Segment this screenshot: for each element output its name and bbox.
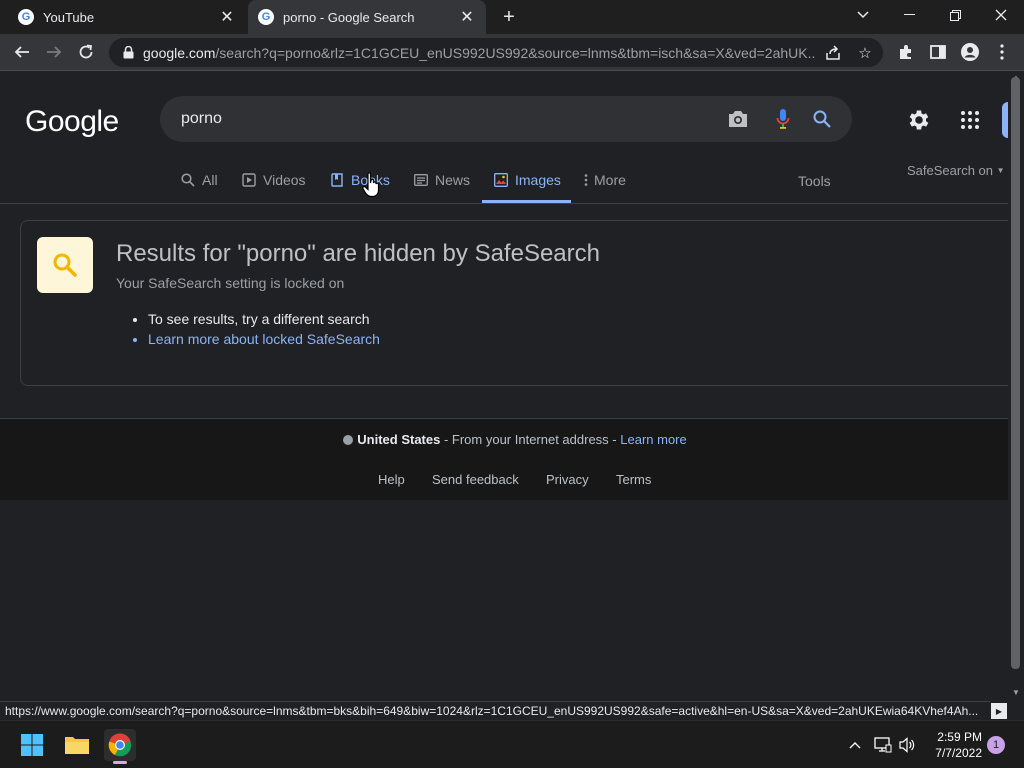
- browser-window: G YouTube ✕ G porno - Google Search ✕ +: [0, 0, 1024, 768]
- lock-icon[interactable]: [121, 46, 135, 60]
- google-favicon-icon: G: [258, 9, 274, 25]
- taskbar-clock[interactable]: 2:59 PM 7/7/2022: [920, 729, 982, 761]
- search-icon: [180, 172, 196, 188]
- new-tab-plus-icon[interactable]: +: [498, 6, 520, 28]
- reload-icon[interactable]: [72, 38, 100, 66]
- vertical-scrollbar[interactable]: ▲ ▼: [1008, 71, 1024, 701]
- address-bar[interactable]: google.com/search?q=porno&rlz=1C1GCEU_en…: [109, 38, 883, 67]
- close-tab-icon[interactable]: ✕: [458, 8, 476, 26]
- location-country: United States: [357, 432, 441, 447]
- url-text[interactable]: google.com/search?q=porno&rlz=1C1GCEU_en…: [143, 45, 815, 61]
- location-dot-icon: [343, 435, 354, 445]
- tray-chevron-up-icon[interactable]: [845, 735, 865, 755]
- windows-taskbar: 2:59 PM 7/7/2022 1: [0, 720, 1024, 768]
- forward-arrow-icon[interactable]: [40, 38, 68, 66]
- scroll-right-arrow-icon[interactable]: ▶: [991, 703, 1007, 719]
- google-apps-grid-icon[interactable]: [958, 108, 982, 132]
- dropdown-caret-icon: ▼: [996, 166, 1005, 175]
- footer-link-send-feedback[interactable]: Send feedback: [432, 472, 519, 487]
- extensions-puzzle-icon[interactable]: [892, 38, 920, 66]
- tab-title: porno - Google Search: [283, 9, 415, 25]
- clock-date: 7/7/2022: [935, 746, 982, 760]
- camera-icon[interactable]: [726, 107, 750, 131]
- tab-images[interactable]: Images: [482, 167, 571, 203]
- magnifier-badge-icon: [37, 237, 93, 293]
- scrollbar-thumb[interactable]: [1011, 77, 1020, 669]
- close-window-icon[interactable]: [978, 0, 1024, 30]
- tab-news[interactable]: News: [413, 167, 470, 203]
- scroll-corner: [1008, 701, 1024, 720]
- browser-menu-icon[interactable]: [988, 38, 1016, 66]
- play-icon: [241, 172, 257, 188]
- tools-button[interactable]: Tools: [798, 173, 831, 189]
- network-icon[interactable]: [873, 735, 893, 755]
- header-divider: [0, 203, 1008, 204]
- page-content: Google porno All Videos News Images More…: [0, 71, 1008, 701]
- chrome-taskbar-icon[interactable]: [104, 729, 136, 764]
- footer-link-terms[interactable]: Terms: [616, 472, 651, 487]
- restore-icon[interactable]: [932, 0, 978, 30]
- file-explorer-icon[interactable]: [61, 729, 93, 761]
- tab-search-chevron-icon[interactable]: [840, 0, 886, 30]
- microphone-icon[interactable]: [771, 107, 795, 131]
- notice-bullet: To see results, try a different search: [148, 309, 380, 329]
- bookmark-star-icon[interactable]: ☆: [855, 43, 875, 63]
- location-line: United States - From your Internet addre…: [0, 432, 1008, 447]
- search-box[interactable]: porno: [160, 96, 852, 142]
- tab-all[interactable]: All: [180, 167, 218, 203]
- learn-more-safesearch-link[interactable]: Learn more about locked SafeSearch: [148, 329, 380, 349]
- tab-google-search[interactable]: G porno - Google Search ✕: [248, 0, 486, 34]
- tab-videos[interactable]: Videos: [241, 167, 306, 203]
- notice-list: To see results, try a different search L…: [148, 309, 380, 349]
- search-type-tabs: All Videos Books News Images More: [0, 167, 1008, 203]
- google-favicon-icon: G: [18, 9, 34, 25]
- tab-title: YouTube: [43, 9, 95, 25]
- link-status-bubble: https://www.google.com/search?q=porno&so…: [0, 701, 990, 720]
- book-icon: [329, 172, 345, 188]
- browser-toolbar: google.com/search?q=porno&rlz=1C1GCEU_en…: [0, 34, 1024, 71]
- tab-youtube[interactable]: G YouTube ✕: [8, 0, 246, 34]
- windows-start-icon[interactable]: [16, 729, 48, 761]
- news-icon: [413, 172, 429, 188]
- volume-icon[interactable]: [898, 735, 918, 755]
- notice-title: Results for "porno" are hidden by SafeSe…: [116, 240, 600, 267]
- clock-time: 2:59 PM: [937, 730, 982, 744]
- footer-link-privacy[interactable]: Privacy: [546, 472, 589, 487]
- search-submit-icon[interactable]: [810, 107, 834, 131]
- tab-more[interactable]: More: [582, 167, 626, 203]
- scroll-down-arrow-icon[interactable]: ▼: [1012, 688, 1020, 697]
- notification-count-badge[interactable]: 1: [987, 736, 1005, 754]
- tab-strip: G YouTube ✕ G porno - Google Search ✕ +: [0, 0, 1024, 34]
- hand-cursor-icon: [362, 172, 382, 198]
- location-learn-more-link[interactable]: Learn more: [620, 432, 686, 447]
- more-vertical-icon: [582, 172, 590, 188]
- google-logo[interactable]: Google: [25, 105, 119, 139]
- notice-subtitle: Your SafeSearch setting is locked on: [116, 275, 345, 291]
- search-input[interactable]: porno: [181, 110, 222, 128]
- active-app-indicator: [113, 761, 127, 764]
- footer-link-help[interactable]: Help: [378, 472, 405, 487]
- profile-avatar-icon[interactable]: [956, 38, 984, 66]
- back-arrow-icon[interactable]: [8, 38, 36, 66]
- safesearch-dropdown[interactable]: SafeSearch on ▼: [907, 163, 1005, 178]
- safesearch-notice-card: Results for "porno" are hidden by SafeSe…: [20, 220, 1008, 386]
- settings-gear-icon[interactable]: [906, 107, 932, 133]
- close-tab-icon[interactable]: ✕: [218, 8, 236, 26]
- minimize-icon[interactable]: [886, 0, 932, 30]
- side-panel-icon[interactable]: [924, 38, 952, 66]
- share-icon[interactable]: [823, 43, 843, 63]
- page-footer: United States - From your Internet addre…: [0, 418, 1008, 500]
- image-icon: [493, 172, 509, 188]
